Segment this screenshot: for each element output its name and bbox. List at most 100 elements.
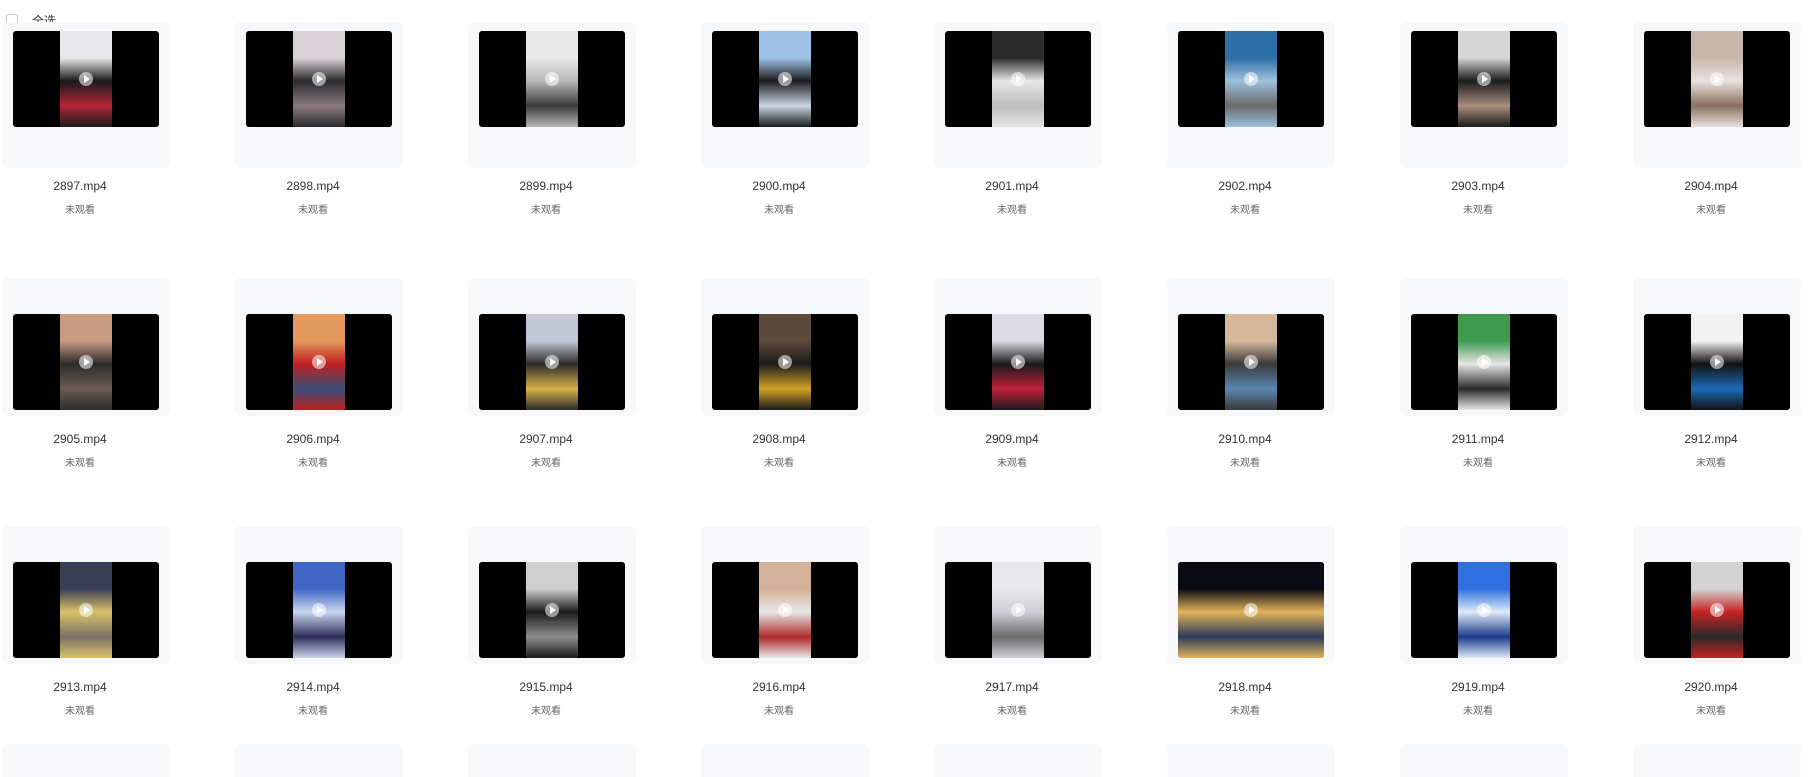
thumbnail-card[interactable] (235, 22, 403, 168)
file-name[interactable]: 2914.mp4 (235, 680, 391, 694)
play-icon[interactable] (1477, 603, 1491, 617)
file-name[interactable]: 2912.mp4 (1633, 432, 1789, 446)
play-icon[interactable] (1244, 72, 1258, 86)
file-name[interactable]: 2901.mp4 (934, 179, 1090, 193)
video-thumbnail[interactable] (1178, 314, 1324, 410)
thumbnail-card[interactable] (235, 526, 403, 664)
play-icon[interactable] (312, 355, 326, 369)
thumbnail-card[interactable] (1633, 278, 1801, 416)
play-icon[interactable] (1244, 355, 1258, 369)
thumbnail-card[interactable] (701, 22, 869, 168)
video-thumbnail[interactable] (712, 562, 858, 658)
thumbnail-card[interactable] (1167, 744, 1335, 777)
video-thumbnail[interactable] (13, 314, 159, 410)
play-icon[interactable] (1710, 603, 1724, 617)
video-thumbnail[interactable] (1644, 562, 1790, 658)
file-name[interactable]: 2900.mp4 (701, 179, 857, 193)
thumbnail-card[interactable] (934, 22, 1102, 168)
file-name[interactable]: 2915.mp4 (468, 680, 624, 694)
play-icon[interactable] (79, 603, 93, 617)
video-thumbnail[interactable] (712, 31, 858, 127)
thumbnail-card[interactable] (1400, 278, 1568, 416)
file-name[interactable]: 2919.mp4 (1400, 680, 1556, 694)
video-tile[interactable]: 2918.mp4 未观看 (1167, 526, 1335, 774)
play-icon[interactable] (1244, 603, 1258, 617)
thumbnail-card[interactable] (468, 744, 636, 777)
thumbnail-card[interactable] (235, 744, 403, 777)
thumbnail-card[interactable] (468, 22, 636, 168)
play-icon[interactable] (778, 355, 792, 369)
video-thumbnail[interactable] (13, 31, 159, 127)
file-name[interactable]: 2897.mp4 (2, 179, 158, 193)
thumbnail-card[interactable] (468, 278, 636, 416)
thumbnail-card[interactable] (934, 278, 1102, 416)
video-tile[interactable]: 2906.mp4 未观看 (235, 278, 403, 526)
video-tile[interactable]: 2913.mp4 未观看 (2, 526, 170, 774)
play-icon[interactable] (778, 603, 792, 617)
thumbnail-card[interactable] (2, 22, 170, 168)
play-icon[interactable] (79, 355, 93, 369)
video-thumbnail[interactable] (1411, 562, 1557, 658)
file-name[interactable]: 2917.mp4 (934, 680, 1090, 694)
video-thumbnail[interactable] (246, 562, 392, 658)
video-tile[interactable]: 2917.mp4 未观看 (934, 526, 1102, 774)
video-tile[interactable]: 2902.mp4 未观看 (1167, 22, 1335, 278)
play-icon[interactable] (1710, 355, 1724, 369)
play-icon[interactable] (312, 72, 326, 86)
play-icon[interactable] (1710, 72, 1724, 86)
play-icon[interactable] (1477, 72, 1491, 86)
thumbnail-card[interactable] (2, 278, 170, 416)
video-thumbnail[interactable] (945, 562, 1091, 658)
play-icon[interactable] (312, 603, 326, 617)
play-icon[interactable] (79, 72, 93, 86)
thumbnail-card[interactable] (2, 526, 170, 664)
file-name[interactable]: 2918.mp4 (1167, 680, 1323, 694)
video-tile[interactable]: 2910.mp4 未观看 (1167, 278, 1335, 526)
file-name[interactable]: 2920.mp4 (1633, 680, 1789, 694)
video-thumbnail[interactable] (1178, 31, 1324, 127)
thumbnail-card[interactable] (2, 744, 170, 777)
file-name[interactable]: 2908.mp4 (701, 432, 857, 446)
play-icon[interactable] (545, 603, 559, 617)
play-icon[interactable] (545, 72, 559, 86)
video-tile[interactable]: 2914.mp4 未观看 (235, 526, 403, 774)
play-icon[interactable] (545, 355, 559, 369)
file-name[interactable]: 2916.mp4 (701, 680, 857, 694)
thumbnail-card[interactable] (1400, 526, 1568, 664)
video-thumbnail[interactable] (479, 314, 625, 410)
video-thumbnail[interactable] (479, 562, 625, 658)
file-name[interactable]: 2911.mp4 (1400, 432, 1556, 446)
video-tile[interactable]: 2905.mp4 未观看 (2, 278, 170, 526)
video-thumbnail[interactable] (1411, 314, 1557, 410)
video-thumbnail[interactable] (945, 31, 1091, 127)
thumbnail-card[interactable] (1167, 22, 1335, 168)
video-tile[interactable]: 2901.mp4 未观看 (934, 22, 1102, 278)
video-tile[interactable]: 2920.mp4 未观看 (1633, 526, 1801, 774)
video-tile[interactable]: 2897.mp4 未观看 (2, 22, 170, 278)
video-thumbnail[interactable] (246, 314, 392, 410)
video-tile[interactable]: 2911.mp4 未观看 (1400, 278, 1568, 526)
video-thumbnail[interactable] (712, 314, 858, 410)
thumbnail-card[interactable] (1633, 526, 1801, 664)
file-name[interactable]: 2913.mp4 (2, 680, 158, 694)
play-icon[interactable] (1011, 603, 1025, 617)
video-thumbnail[interactable] (1644, 31, 1790, 127)
video-thumbnail[interactable] (1644, 314, 1790, 410)
play-icon[interactable] (1477, 355, 1491, 369)
file-name[interactable]: 2906.mp4 (235, 432, 391, 446)
video-tile[interactable]: 2919.mp4 未观看 (1400, 526, 1568, 774)
file-name[interactable]: 2903.mp4 (1400, 179, 1556, 193)
thumbnail-card[interactable] (934, 744, 1102, 777)
file-name[interactable]: 2910.mp4 (1167, 432, 1323, 446)
video-tile[interactable]: 2912.mp4 未观看 (1633, 278, 1801, 526)
thumbnail-card[interactable] (701, 278, 869, 416)
video-thumbnail[interactable] (1178, 562, 1324, 658)
video-thumbnail[interactable] (1411, 31, 1557, 127)
thumbnail-card[interactable] (701, 526, 869, 664)
play-icon[interactable] (1011, 355, 1025, 369)
thumbnail-card[interactable] (1167, 526, 1335, 664)
video-tile[interactable]: 2909.mp4 未观看 (934, 278, 1102, 526)
video-tile[interactable]: 2899.mp4 未观看 (468, 22, 636, 278)
file-name[interactable]: 2898.mp4 (235, 179, 391, 193)
play-icon[interactable] (778, 72, 792, 86)
